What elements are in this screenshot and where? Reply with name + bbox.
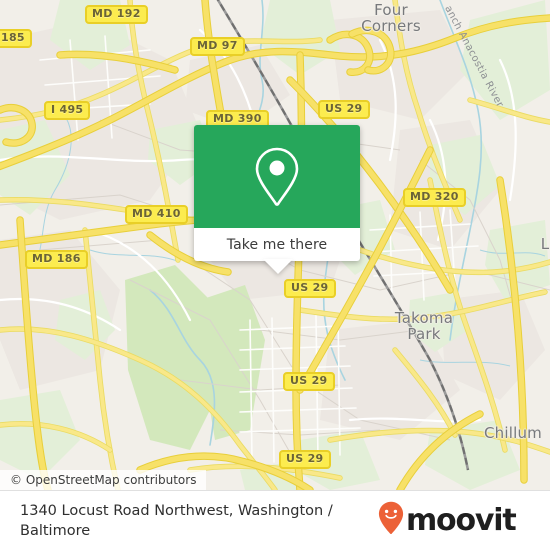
map-canvas[interactable]: .bg { fill:#f2efe9; } .park { fill:#d3e8… [0, 0, 550, 490]
road-shield: US 29 [283, 372, 335, 391]
osm-attribution[interactable]: © OpenStreetMap contributors [0, 470, 207, 490]
road-shield: US 29 [284, 279, 336, 298]
callout-icon-area [194, 125, 360, 228]
callout-pointer [263, 259, 293, 274]
location-callout-card[interactable]: Take me there [194, 125, 360, 261]
road-shield: US 29 [279, 450, 331, 469]
road-shield: MD 320 [403, 188, 466, 207]
road-shield: MD 186 [25, 250, 88, 269]
road-shield: MD 97 [190, 37, 245, 56]
road-shield: US 29 [318, 100, 370, 119]
road-shield: 185 [0, 29, 32, 48]
footer-bar: 1340 Locust Road Northwest, Washington /… [0, 490, 550, 550]
take-me-there-button[interactable]: Take me there [194, 228, 360, 261]
moovit-wordmark: moovit [406, 502, 517, 538]
road-shield: MD 192 [85, 5, 148, 24]
moovit-map-screen: .bg { fill:#f2efe9; } .park { fill:#d3e8… [0, 0, 550, 550]
road-shield: I 495 [44, 101, 91, 120]
map-pin-icon [253, 146, 301, 208]
address-text: 1340 Locust Road Northwest, Washington /… [20, 502, 333, 539]
moovit-logo[interactable]: moovit [378, 501, 529, 540]
moovit-smile-pin-icon [378, 501, 404, 540]
road-shield: MD 410 [125, 205, 188, 224]
